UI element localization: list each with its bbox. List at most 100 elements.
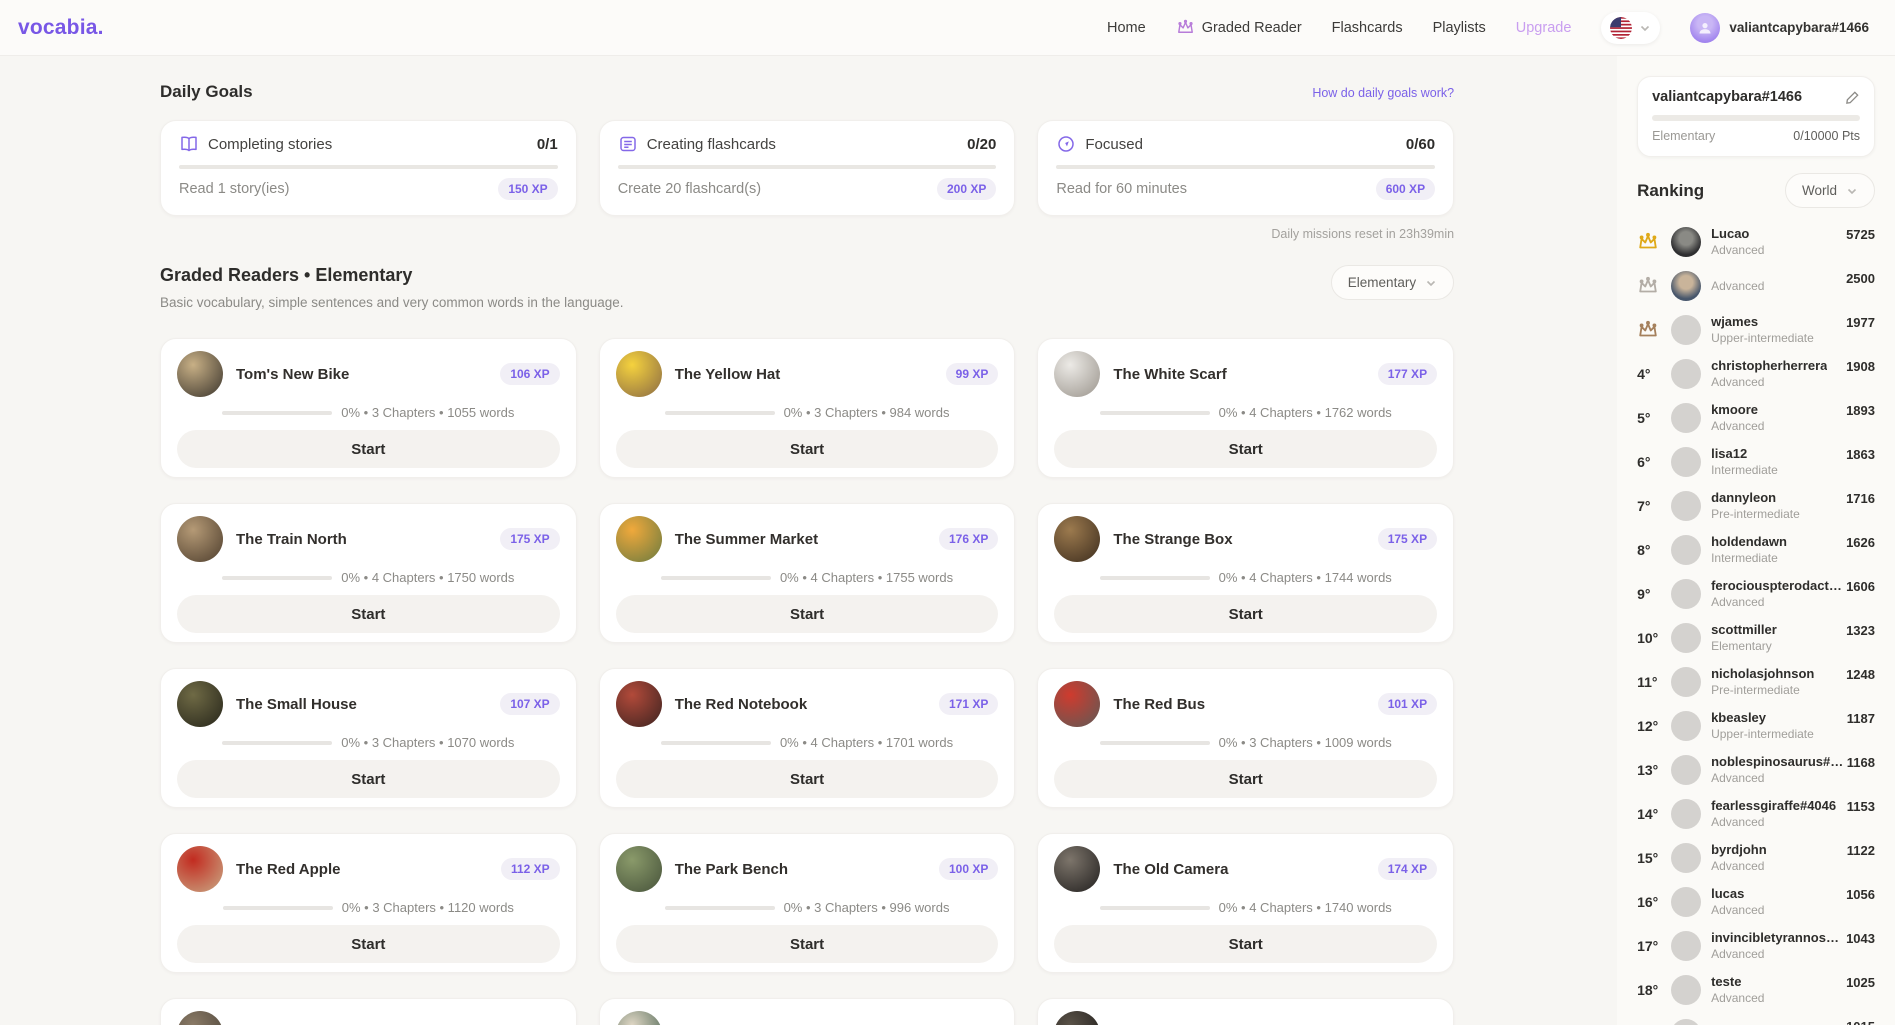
ranking-row[interactable]: 19° millercrystal 1015 — [1637, 1012, 1875, 1025]
rank-username: kmoore — [1711, 402, 1764, 418]
rank-points: 1323 — [1846, 616, 1875, 638]
story-card[interactable]: The Strange Box 175 XP 0% • 4 Chapters •… — [1037, 503, 1454, 643]
ranking-row[interactable]: 11° nicholasjohnson Pre-intermediate 124… — [1637, 660, 1875, 704]
rank-level: Advanced — [1711, 595, 1846, 610]
brand-logo[interactable]: vocabia. — [18, 16, 104, 40]
ranking-row[interactable]: 13° noblespinosaurus#3320 Advanced 1168 — [1637, 748, 1875, 792]
goal-xp-badge: 600 XP — [1376, 178, 1435, 200]
nav-item-flashcards[interactable]: Flashcards — [1332, 20, 1403, 36]
rank-username: ferociouspterodactyl#... — [1711, 578, 1846, 594]
story-xp-badge: 175 XP — [1378, 528, 1437, 550]
story-title: The Red Bus — [1113, 696, 1205, 713]
nav-item-graded-reader[interactable]: Graded Reader — [1176, 18, 1302, 37]
nav-item-home[interactable]: Home — [1107, 20, 1146, 36]
story-card[interactable]: Start — [1037, 998, 1454, 1025]
story-card[interactable]: The White Scarf 177 XP 0% • 4 Chapters •… — [1037, 338, 1454, 478]
ranking-row[interactable]: Advanced 2500 — [1637, 264, 1875, 308]
story-card[interactable]: The Park Bench 100 XP 0% • 3 Chapters • … — [599, 833, 1016, 973]
start-button[interactable]: Start — [1054, 760, 1437, 798]
story-meta: 0% • 3 Chapters • 1055 words — [341, 405, 514, 420]
start-button[interactable]: Start — [1054, 925, 1437, 963]
story-image — [616, 846, 662, 892]
story-meta: 0% • 4 Chapters • 1750 words — [341, 570, 514, 585]
ranking-row[interactable]: 16° lucas Advanced 1056 — [1637, 880, 1875, 924]
start-button[interactable]: Start — [616, 595, 999, 633]
story-card[interactable]: The Red Notebook 171 XP 0% • 4 Chapters … — [599, 668, 1016, 808]
app-page: vocabia. Home Graded Reader Flashcards P… — [0, 0, 1895, 1025]
rank-username: dannyleon — [1711, 490, 1800, 506]
story-card[interactable]: The Train North 175 XP 0% • 4 Chapters •… — [160, 503, 577, 643]
ranking-row[interactable]: 7° dannyleon Pre-intermediate 1716 — [1637, 484, 1875, 528]
start-button[interactable]: Start — [177, 925, 560, 963]
ranking-row[interactable]: 10° scottmiller Elementary 1323 — [1637, 616, 1875, 660]
story-progress-bar — [223, 906, 333, 910]
start-button[interactable]: Start — [616, 760, 999, 798]
rank-avatar — [1671, 1019, 1701, 1025]
rank-points: 1056 — [1846, 880, 1875, 902]
ranking-row[interactable]: 15° byrdjohn Advanced 1122 — [1637, 836, 1875, 880]
story-card[interactable]: The Red Bus 101 XP 0% • 3 Chapters • 100… — [1037, 668, 1454, 808]
level-select[interactable]: Elementary — [1331, 265, 1454, 300]
story-progress-bar — [222, 411, 332, 415]
rank-level: Advanced — [1711, 815, 1836, 830]
level-select-value: Elementary — [1348, 275, 1416, 290]
story-card[interactable]: Tom's New Bike 106 XP 0% • 3 Chapters • … — [160, 338, 577, 478]
story-card[interactable]: Start — [599, 998, 1016, 1025]
start-button[interactable]: Start — [177, 595, 560, 633]
start-button[interactable]: Start — [1054, 430, 1437, 468]
rank-avatar — [1671, 623, 1701, 653]
story-card[interactable]: The Red Apple 112 XP 0% • 3 Chapters • 1… — [160, 833, 577, 973]
rank-number: 7° — [1637, 498, 1650, 514]
ranking-row[interactable]: 14° fearlessgiraffe#4046 Advanced 1153 — [1637, 792, 1875, 836]
us-flag-icon — [1610, 17, 1632, 39]
ranking-row[interactable]: 12° kbeasley Upper-intermediate 1187 — [1637, 704, 1875, 748]
start-button[interactable]: Start — [177, 430, 560, 468]
chevron-down-icon — [1846, 185, 1858, 197]
ranking-row[interactable]: 4° christopherherrera Advanced 1908 — [1637, 352, 1875, 396]
crown-icon — [1637, 231, 1659, 253]
story-title: The Strange Box — [1113, 531, 1232, 548]
story-title: The Summer Market — [675, 531, 818, 548]
ranking-row[interactable]: 17° invincibletyrannosaur... Advanced 10… — [1637, 924, 1875, 968]
story-image — [1054, 1011, 1100, 1025]
ranking-row[interactable]: 6° lisa12 Intermediate 1863 — [1637, 440, 1875, 484]
story-image — [616, 516, 662, 562]
start-button[interactable]: Start — [1054, 595, 1437, 633]
rank-avatar — [1671, 359, 1701, 389]
ranking-row[interactable]: 8° holdendawn Intermediate 1626 — [1637, 528, 1875, 572]
rank-username: byrdjohn — [1711, 842, 1767, 858]
ranking-row[interactable]: 18° teste Advanced 1025 — [1637, 968, 1875, 1012]
start-button[interactable]: Start — [616, 925, 999, 963]
story-xp-badge: 174 XP — [1378, 858, 1437, 880]
nav-item-label: Graded Reader — [1202, 20, 1302, 36]
story-card[interactable]: The Old Camera 174 XP 0% • 4 Chapters • … — [1037, 833, 1454, 973]
rank-username: noblespinosaurus#3320 — [1711, 754, 1846, 770]
rank-level: Advanced — [1711, 375, 1827, 390]
daily-goals-help-link[interactable]: How do daily goals work? — [1312, 86, 1454, 100]
edit-pencil-icon[interactable] — [1845, 90, 1860, 105]
user-menu[interactable]: valiantcapybara#1466 — [1690, 13, 1869, 43]
story-card[interactable]: The Small House 107 XP 0% • 3 Chapters •… — [160, 668, 577, 808]
nav-item-upgrade[interactable]: Upgrade — [1516, 20, 1572, 36]
story-progress-bar — [1100, 576, 1210, 580]
goal-progress-value: 0/1 — [537, 136, 558, 153]
ranking-row[interactable]: 9° ferociouspterodactyl#... Advanced 160… — [1637, 572, 1875, 616]
ranking-row[interactable]: 5° kmoore Advanced 1893 — [1637, 396, 1875, 440]
profile-level: Elementary — [1652, 129, 1715, 143]
story-card[interactable]: The Yellow Hat 99 XP 0% • 3 Chapters • 9… — [599, 338, 1016, 478]
language-selector[interactable] — [1601, 12, 1660, 44]
rank-avatar — [1671, 271, 1701, 301]
story-xp-badge: 106 XP — [500, 363, 559, 385]
start-button[interactable]: Start — [616, 430, 999, 468]
story-card[interactable]: Start — [160, 998, 577, 1025]
start-button[interactable]: Start — [177, 760, 560, 798]
ranking-scope-select[interactable]: World — [1785, 173, 1875, 208]
ranking-header: Ranking World — [1637, 173, 1875, 208]
top-nav: vocabia. Home Graded Reader Flashcards P… — [0, 0, 1895, 56]
ranking-row[interactable]: Lucao Advanced 5725 — [1637, 220, 1875, 264]
story-card[interactable]: The Summer Market 176 XP 0% • 4 Chapters… — [599, 503, 1016, 643]
nav-item-playlists[interactable]: Playlists — [1433, 20, 1486, 36]
ranking-row[interactable]: wjames Upper-intermediate 1977 — [1637, 308, 1875, 352]
rank-level: Advanced — [1711, 279, 1764, 294]
rank-points: 1248 — [1846, 660, 1875, 682]
